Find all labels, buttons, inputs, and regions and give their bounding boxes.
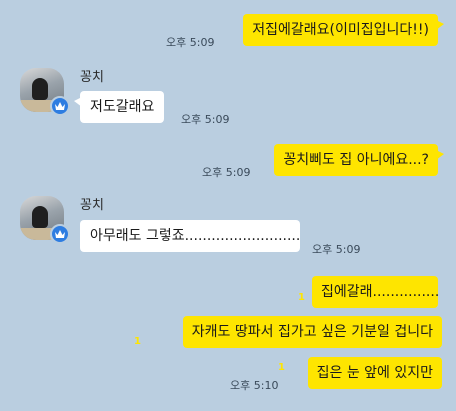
message-time: 오후 5:09 [312,243,361,256]
message-time: 오후 5:10 [230,379,279,392]
crown-icon [50,96,70,116]
my-message-bubble[interactable]: 꽁치삐도 집 아니에요...? [274,144,444,176]
sender-name: 꽁치 [80,198,104,213]
message-time: 오후 5:09 [181,113,230,126]
message-time: 오후 5:09 [166,36,215,49]
unread-count: 1 [278,362,285,373]
my-message-bubble[interactable]: 집은 눈 앞에 있지만 [307,357,442,389]
crown-icon [50,224,70,244]
my-message-bubble[interactable]: 집에갈래.................. [312,276,438,308]
my-message-bubble[interactable]: 자캐도 땅파서 집가고 싶은 기분일 겁니다 [182,316,442,348]
other-message-bubble[interactable]: 아무래도 그렇죠.............................. [80,220,300,252]
sender-name: 꽁치 [80,70,104,85]
unread-count: 1 [134,336,141,347]
message-time: 오후 5:09 [202,166,251,179]
avatar-photo-figure [32,206,48,228]
avatar-photo-figure [32,78,48,100]
other-message-bubble[interactable]: 저도갈래요 [73,91,165,123]
my-message-bubble[interactable]: 저집에갈래요(이미집입니다!!) [243,14,444,46]
unread-count: 1 [298,292,305,303]
